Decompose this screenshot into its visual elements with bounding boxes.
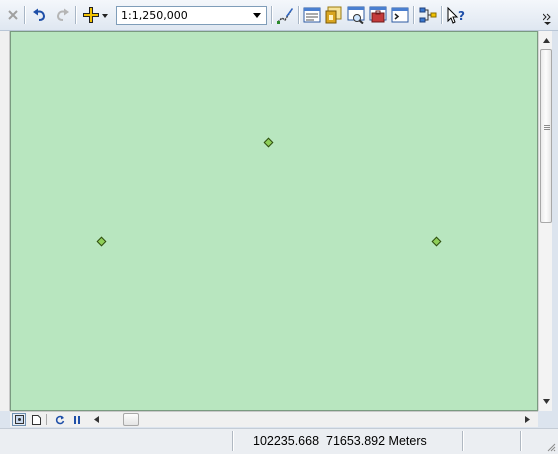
status-separator — [462, 431, 463, 451]
model-builder-icon[interactable] — [418, 5, 438, 25]
status-separator — [520, 431, 521, 451]
scroll-up-icon[interactable] — [540, 33, 552, 47]
bottom-bar-separator — [46, 414, 47, 425]
scroll-right-icon[interactable] — [520, 413, 534, 426]
toolbar-separator — [413, 6, 414, 24]
catalog-icon[interactable] — [324, 5, 344, 25]
toolbar-options-icon[interactable] — [541, 12, 553, 26]
toolbar-separator — [441, 6, 442, 24]
map-point[interactable] — [263, 137, 274, 148]
arctoolbox-icon[interactable] — [368, 5, 388, 25]
map-point[interactable] — [431, 236, 442, 247]
toolbar-separator — [24, 6, 25, 24]
status-bar: 102235.668 71653.892 Meters — [0, 428, 558, 454]
redo-icon[interactable] — [52, 5, 72, 25]
search-window-icon[interactable] — [346, 5, 366, 25]
scroll-left-icon[interactable] — [89, 413, 103, 426]
svg-text:?: ? — [458, 9, 465, 23]
map-point[interactable] — [96, 236, 107, 247]
resize-grip-icon[interactable] — [546, 442, 556, 452]
toolbar-separator — [298, 6, 299, 24]
add-data-icon[interactable] — [81, 5, 111, 25]
vertical-scrollbar[interactable] — [538, 31, 552, 411]
undo-icon[interactable] — [30, 5, 50, 25]
left-dock-strip — [0, 31, 10, 411]
map-scale-value: 1:1,250,000 — [121, 9, 188, 22]
whats-this-icon[interactable]: ? — [446, 5, 466, 25]
chevron-down-icon[interactable] — [250, 8, 264, 23]
refresh-icon[interactable] — [53, 413, 67, 426]
map-bottom-bar — [10, 411, 538, 427]
layout-view-icon[interactable] — [29, 413, 43, 426]
toolbar-separator — [75, 6, 76, 24]
status-separator — [232, 431, 233, 451]
standard-toolbar: 1:1,250,000 ? — [0, 0, 558, 31]
toolbar-separator — [271, 6, 272, 24]
map-view[interactable] — [10, 31, 538, 411]
scroll-down-icon[interactable] — [540, 394, 552, 408]
horizontal-scroll-thumb[interactable] — [123, 413, 139, 426]
map-scale-combo[interactable]: 1:1,250,000 — [116, 6, 267, 25]
editor-toolbar-icon[interactable] — [275, 5, 295, 25]
close-icon[interactable] — [3, 5, 23, 25]
python-window-icon[interactable] — [390, 5, 410, 25]
table-of-contents-icon[interactable] — [302, 5, 322, 25]
pause-drawing-icon[interactable] — [70, 413, 84, 426]
data-view-icon[interactable] — [12, 413, 26, 426]
vertical-scroll-thumb[interactable] — [540, 49, 552, 223]
cursor-coordinates: 102235.668 71653.892 Meters — [253, 434, 427, 448]
